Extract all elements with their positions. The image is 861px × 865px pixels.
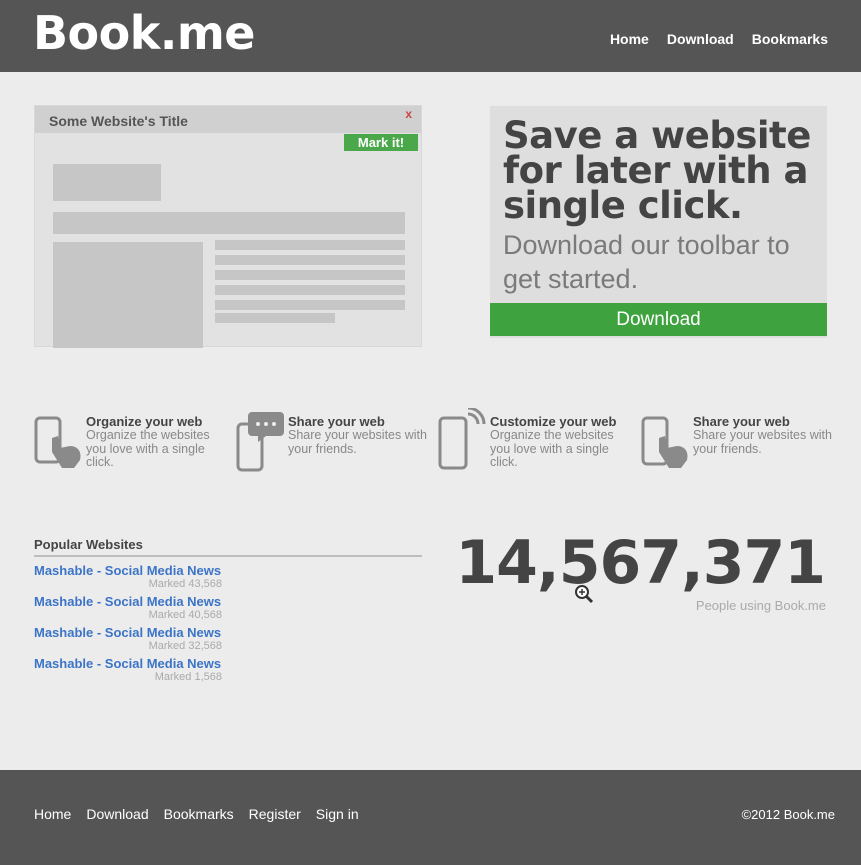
mockup-title-bar: Some Website's Title x <box>35 106 421 133</box>
feature-organize: Organize your web Organize the websites … <box>34 408 229 478</box>
promo-subtext: Download our toolbar to get started. <box>503 230 790 294</box>
mockup-text-line <box>215 270 405 280</box>
feature-title: Share your web <box>288 414 385 429</box>
list-item: Mashable - Social Media News Marked 43,5… <box>34 563 234 593</box>
copyright: ©2012 Book.me <box>741 807 835 822</box>
marked-count: Marked 43,568 <box>148 578 222 590</box>
close-icon: x <box>405 107 412 121</box>
tap-phone-icon <box>34 416 81 468</box>
popular-site-link[interactable]: Mashable - Social Media News <box>34 656 234 671</box>
marked-count: Marked 32,568 <box>148 640 222 652</box>
feature-title: Customize your web <box>490 414 617 429</box>
footer-bookmarks-link[interactable]: Bookmarks <box>164 806 234 822</box>
chat-phone-icon <box>236 412 284 472</box>
mockup-logo-block <box>53 164 161 201</box>
popular-websites-title: Popular Websites <box>34 537 143 552</box>
user-count-caption: People using Book.me <box>695 598 826 613</box>
feature-title: Share your web <box>693 414 790 429</box>
list-item: Mashable - Social Media News Marked 40,5… <box>34 594 234 624</box>
footer-register-link[interactable]: Register <box>249 806 301 822</box>
footer-nav: Home Download Bookmarks Register Sign in <box>34 806 359 822</box>
download-button[interactable]: Download <box>490 303 827 336</box>
nav-home-link[interactable]: Home <box>610 31 649 47</box>
user-count: 14,567,371 <box>455 528 826 598</box>
marked-count: Marked 1,568 <box>154 671 222 683</box>
list-item: Mashable - Social Media News Marked 32,5… <box>34 625 234 655</box>
mark-it-button[interactable]: Mark it! <box>344 134 418 151</box>
popular-site-link[interactable]: Mashable - Social Media News <box>34 625 234 640</box>
mockup-image-block <box>53 242 203 348</box>
site-footer: Home Download Bookmarks Register Sign in… <box>0 770 861 865</box>
promo-panel: Save a website for later with a single c… <box>490 106 827 338</box>
site-logo[interactable]: Book.me <box>33 6 255 60</box>
main-nav: Home Download Bookmarks <box>610 31 828 47</box>
marked-count: Marked 40,568 <box>148 609 222 621</box>
feature-share: Share your web Share your websites with … <box>236 408 431 478</box>
footer-signin-link[interactable]: Sign in <box>316 806 359 822</box>
nav-bookmarks-link[interactable]: Bookmarks <box>752 31 828 47</box>
feature-title: Organize your web <box>86 414 203 429</box>
mockup-text-line <box>215 240 405 250</box>
mockup-text-line <box>215 285 405 295</box>
feature-desc: Organize the websites you love with a si… <box>86 428 210 469</box>
site-header: Book.me Home Download Bookmarks <box>0 0 861 72</box>
promo-headline: Save a website for later with a single c… <box>503 114 811 227</box>
divider <box>34 555 422 557</box>
list-item: Mashable - Social Media News Marked 1,56… <box>34 656 234 686</box>
signal-phone-icon <box>438 408 486 470</box>
footer-download-link[interactable]: Download <box>86 806 148 822</box>
tap-phone-icon <box>641 416 688 468</box>
popular-site-link[interactable]: Mashable - Social Media News <box>34 594 234 609</box>
feature-customize: Customize your web Organize the websites… <box>438 408 633 478</box>
footer-home-link[interactable]: Home <box>34 806 71 822</box>
mockup-text-line <box>215 255 405 265</box>
mockup-nav-block <box>53 212 405 234</box>
mockup-text-line <box>215 300 405 310</box>
feature-desc: Share your websites with your friends. <box>288 428 427 456</box>
feature-desc: Organize the websites you love with a si… <box>490 428 614 469</box>
mockup-title: Some Website's Title <box>49 113 188 129</box>
nav-download-link[interactable]: Download <box>667 31 734 47</box>
feature-desc: Share your websites with your friends. <box>693 428 832 456</box>
popular-site-link[interactable]: Mashable - Social Media News <box>34 563 234 578</box>
feature-share-2: Share your web Share your websites with … <box>641 408 836 478</box>
mockup-text-line <box>215 313 335 323</box>
zoom-cursor-icon <box>575 585 594 604</box>
